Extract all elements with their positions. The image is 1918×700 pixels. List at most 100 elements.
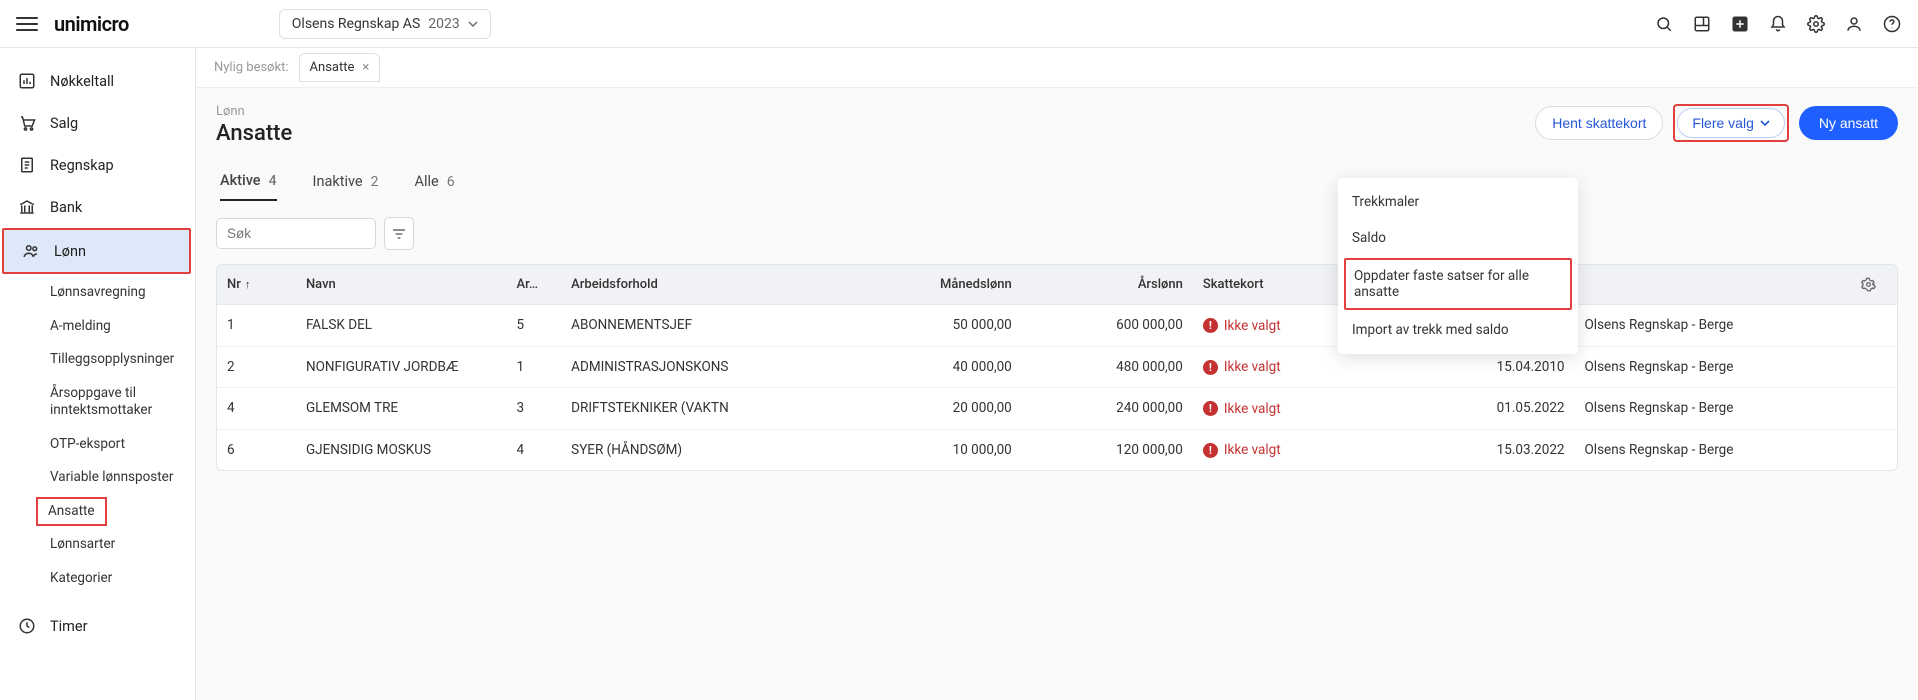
cell-manedslonn: 40 000,00 [851, 346, 1022, 388]
recent-label: Nylig besøkt: [214, 60, 289, 75]
cell-manedslonn: 10 000,00 [851, 429, 1022, 470]
cell-arslonn: 600 000,00 [1022, 305, 1193, 347]
nav-label: Salg [50, 115, 78, 132]
cell-skattekort: !Ikke valgt [1193, 429, 1351, 470]
ny-ansatt-button[interactable]: Ny ansatt [1799, 106, 1898, 140]
nav-bank[interactable]: Bank [0, 186, 195, 228]
cell-empty [1851, 429, 1897, 470]
cell-ar: 1 [507, 346, 562, 388]
sub-ansatte[interactable]: Ansatte [36, 497, 107, 527]
flere-valg-button[interactable]: Flere valg [1677, 108, 1784, 138]
hent-skattekort-button[interactable]: Hent skattekort [1535, 106, 1663, 140]
flere-valg-label: Flere valg [1692, 115, 1753, 131]
cell-skattekort: !Ikke valgt [1193, 388, 1351, 430]
sub-amelding[interactable]: A-melding [36, 310, 195, 344]
help-icon[interactable] [1882, 14, 1902, 34]
nav-label: Regnskap [50, 157, 114, 174]
tab-alle[interactable]: Alle 6 [415, 172, 455, 201]
user-icon[interactable] [1844, 14, 1864, 34]
breadcrumb: Lønn [216, 104, 292, 119]
sub-tilleggsopplysninger[interactable]: Tilleggsopplysninger [36, 343, 195, 377]
sub-variable[interactable]: Variable lønnsposter [36, 461, 195, 495]
tab-inaktive[interactable]: Inaktive 2 [313, 172, 379, 201]
filter-button[interactable] [384, 217, 414, 250]
cell-navn: FALSK DEL [296, 305, 507, 347]
search-icon[interactable] [1654, 14, 1674, 34]
sub-lonnsarter[interactable]: Lønnsarter [36, 528, 195, 562]
dashboard-icon[interactable] [1692, 14, 1712, 34]
chevron-down-icon [1760, 120, 1770, 126]
cell-navn: NONFIGURATIV JORDBÆ [296, 346, 507, 388]
cell-firma: Olsens Regnskap - Berge [1575, 305, 1851, 347]
col-ar[interactable]: Ar… [507, 265, 562, 305]
nav-label: Timer [50, 618, 88, 635]
cell-skattekort: !Ikke valgt [1193, 346, 1351, 388]
menu-import-trekk[interactable]: Import av trekk med saldo [1338, 312, 1578, 348]
table-row[interactable]: 2NONFIGURATIV JORDBÆ1ADMINISTRASJONSKONS… [217, 346, 1897, 388]
col-manedslonn[interactable]: Månedslønn [851, 265, 1022, 305]
menu-oppdater-satser[interactable]: Oppdater faste satser for alle ansatte [1344, 258, 1572, 310]
close-icon[interactable]: × [362, 60, 369, 75]
col-arbeidsforhold[interactable]: Arbeidsforhold [561, 265, 851, 305]
table-row[interactable]: 4GLEMSOM TRE3DRIFTSTEKNIKER (VAKTN20 000… [217, 388, 1897, 430]
clock-icon [18, 617, 36, 635]
sub-lonnsavregning[interactable]: Lønnsavregning [36, 276, 195, 310]
company-selector[interactable]: Olsens Regnskap AS 2023 [279, 9, 491, 39]
flere-valg-menu: Trekkmaler Saldo Oppdater faste satser f… [1338, 178, 1578, 354]
cell-skattekort: !Ikke valgt [1193, 305, 1351, 347]
cell-arslonn: 480 000,00 [1022, 346, 1193, 388]
table-row[interactable]: 6GJENSIDIG MOSKUS4SYER (HÅNDSØM)10 000,0… [217, 429, 1897, 470]
menu-trekkmaler[interactable]: Trekkmaler [1338, 184, 1578, 220]
cell-nr: 6 [217, 429, 296, 470]
tab-aktive[interactable]: Aktive 4 [220, 172, 277, 201]
menu-saldo[interactable]: Saldo [1338, 220, 1578, 256]
people-icon [22, 242, 40, 260]
nav-nokkeltall[interactable]: Nøkkeltall [0, 60, 195, 102]
sub-otp[interactable]: OTP-eksport [36, 428, 195, 462]
tab-label: Alle [415, 173, 439, 190]
recent-tab-ansatte[interactable]: Ansatte × [299, 53, 381, 82]
tab-count: 6 [447, 174, 455, 190]
gear-icon[interactable] [1806, 14, 1826, 34]
col-navn[interactable]: Navn [296, 265, 507, 305]
cell-dato: 15.03.2022 [1351, 429, 1575, 470]
sidebar: Nøkkeltall Salg Regnskap Bank Lønn Lønns… [0, 48, 196, 700]
sub-arsoppgave[interactable]: Årsoppgave til inntektsmottaker [36, 377, 195, 428]
cell-empty [1851, 305, 1897, 347]
nav-lonn[interactable]: Lønn [4, 230, 189, 272]
add-icon[interactable] [1730, 14, 1750, 34]
col-nr[interactable]: Nr↑ [217, 265, 296, 305]
cell-ar: 5 [507, 305, 562, 347]
cell-ar: 4 [507, 429, 562, 470]
nav-salg[interactable]: Salg [0, 102, 195, 144]
recent-bar: Nylig besøkt: Ansatte × [196, 48, 1918, 88]
bell-icon[interactable] [1768, 14, 1788, 34]
topbar: unimicro Olsens Regnskap AS 2023 [0, 0, 1918, 48]
logo: unimicro [54, 12, 129, 36]
cart-icon [18, 114, 36, 132]
recent-tab-label: Ansatte [310, 60, 355, 75]
sub-kategorier[interactable]: Kategorier [36, 562, 195, 596]
col-settings[interactable] [1851, 265, 1897, 305]
cell-arslonn: 240 000,00 [1022, 388, 1193, 430]
cell-firma: Olsens Regnskap - Berge [1575, 346, 1851, 388]
table-row[interactable]: 1FALSK DEL5ABONNEMENTSJEF50 000,00600 00… [217, 305, 1897, 347]
nav-label: Lønn [54, 243, 86, 260]
nav-label: Nøkkeltall [50, 73, 114, 90]
table-header-row: Nr↑ Navn Ar… Arbeidsforhold Månedslønn Å… [217, 265, 1897, 305]
cell-navn: GJENSIDIG MOSKUS [296, 429, 507, 470]
cell-arbeidsforhold: ADMINISTRASJONSKONS [561, 346, 851, 388]
col-arslonn[interactable]: Årslønn [1022, 265, 1193, 305]
error-icon: ! [1203, 443, 1218, 458]
company-name: Olsens Regnskap AS [292, 16, 420, 32]
col-skattekort[interactable]: Skattekort [1193, 265, 1351, 305]
cell-firma: Olsens Regnskap - Berge [1575, 388, 1851, 430]
search-input[interactable] [216, 218, 376, 249]
nav-regnskap[interactable]: Regnskap [0, 144, 195, 186]
tab-count: 4 [269, 173, 277, 189]
col-firma[interactable] [1575, 265, 1851, 305]
nav-timer[interactable]: Timer [0, 605, 195, 647]
cell-manedslonn: 20 000,00 [851, 388, 1022, 430]
menu-toggle[interactable] [16, 13, 38, 35]
sort-asc-icon: ↑ [245, 278, 251, 291]
